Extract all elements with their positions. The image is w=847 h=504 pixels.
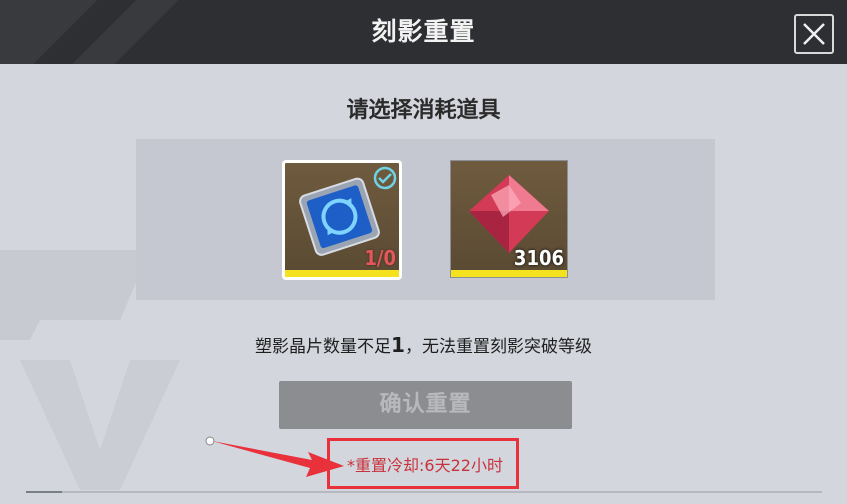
item-rarity-bar [451,270,567,277]
checkmark-icon [373,166,397,190]
section-heading: 请选择消耗道具 [346,98,501,123]
item-count: 3106 [513,246,564,270]
cooldown-text: *重置冷却:6天22小时 [347,456,503,475]
message-number: 1 [391,333,405,357]
item-slot-reset-card[interactable]: 1/0 [282,160,402,280]
message-suffix: ，无法重置刻影突破等级 [404,337,592,357]
confirm-reset-button[interactable]: 确认重置 [279,381,572,429]
item-slot-crystal[interactable]: 3106 [450,160,568,278]
header-bar: 刻影重置 [0,0,847,64]
close-button[interactable] [794,14,834,54]
close-icon [803,23,825,45]
bottom-divider-accent [26,491,62,493]
item-count: 1/0 [364,246,396,270]
insufficient-message: 塑影晶片数量不足1，无法重置刻影突破等级 [0,332,847,357]
message-prefix: 塑影晶片数量不足 [255,337,392,357]
dialog-title: 刻影重置 [371,17,476,46]
item-selection-area [136,139,715,300]
item-rarity-bar [285,270,399,277]
bottom-divider [26,491,822,493]
